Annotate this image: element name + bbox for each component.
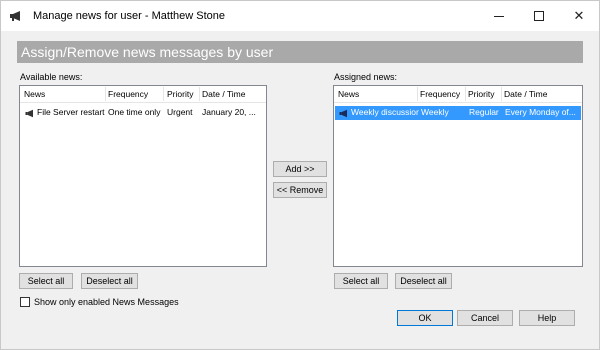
megaphone-icon <box>25 109 33 118</box>
cell-datetime: Every Monday of... <box>505 107 576 117</box>
ok-button[interactable]: OK <box>397 310 453 326</box>
cell-frequency: One time only <box>108 107 161 117</box>
minimize-icon <box>494 15 504 17</box>
available-select-all-button[interactable]: Select all <box>19 273 73 289</box>
assigned-deselect-all-button[interactable]: Deselect all <box>395 273 452 289</box>
title-bar[interactable]: Manage news for user - Matthew Stone ✕ <box>1 1 599 31</box>
help-button[interactable]: Help <box>519 310 575 326</box>
table-row[interactable]: Weekly discussion Weekly Regular Every M… <box>335 106 581 120</box>
megaphone-icon <box>10 11 20 21</box>
column-header-datetime[interactable]: Date / Time <box>504 87 582 101</box>
table-row[interactable]: File Server restart One time only Urgent… <box>21 106 265 120</box>
show-enabled-only-label[interactable]: Show only enabled News Messages <box>34 297 179 307</box>
assigned-column-headers: News Frequency Priority Date / Time <box>334 86 582 103</box>
megaphone-icon <box>339 109 347 118</box>
header-banner: Assign/Remove news messages by user <box>17 41 583 63</box>
cell-datetime: January 20, ... <box>202 107 256 117</box>
column-header-priority[interactable]: Priority <box>167 87 200 101</box>
minimize-button[interactable] <box>479 1 519 31</box>
manage-news-dialog: Manage news for user - Matthew Stone ✕ A… <box>0 0 600 350</box>
maximize-button[interactable] <box>519 1 559 31</box>
cancel-button[interactable]: Cancel <box>457 310 513 326</box>
remove-button[interactable]: << Remove <box>273 182 327 198</box>
column-header-news[interactable]: News <box>338 87 418 101</box>
cell-frequency: Weekly <box>421 107 449 117</box>
maximize-icon <box>534 11 544 21</box>
cell-news: Weekly discussion <box>351 107 419 117</box>
assigned-news-list[interactable]: News Frequency Priority Date / Time Week… <box>333 85 583 267</box>
close-icon: ✕ <box>573 8 585 23</box>
add-button[interactable]: Add >> <box>273 161 327 177</box>
show-enabled-only-checkbox[interactable] <box>20 297 30 307</box>
column-header-frequency[interactable]: Frequency <box>420 87 466 101</box>
assigned-select-all-button[interactable]: Select all <box>334 273 388 289</box>
cell-news: File Server restart <box>37 107 105 117</box>
available-deselect-all-button[interactable]: Deselect all <box>81 273 138 289</box>
cell-priority: Regular <box>469 107 499 117</box>
available-news-list[interactable]: News Frequency Priority Date / Time File… <box>19 85 267 267</box>
available-news-label: Available news: <box>20 72 83 82</box>
column-header-frequency[interactable]: Frequency <box>108 87 164 101</box>
window-title: Manage news for user - Matthew Stone <box>33 10 225 22</box>
assigned-news-label: Assigned news: <box>334 72 398 82</box>
column-header-datetime[interactable]: Date / Time <box>202 87 266 101</box>
cell-priority: Urgent <box>167 107 193 117</box>
column-header-news[interactable]: News <box>24 87 106 101</box>
close-button[interactable]: ✕ <box>559 1 599 31</box>
available-column-headers: News Frequency Priority Date / Time <box>20 86 266 103</box>
column-header-priority[interactable]: Priority <box>468 87 502 101</box>
